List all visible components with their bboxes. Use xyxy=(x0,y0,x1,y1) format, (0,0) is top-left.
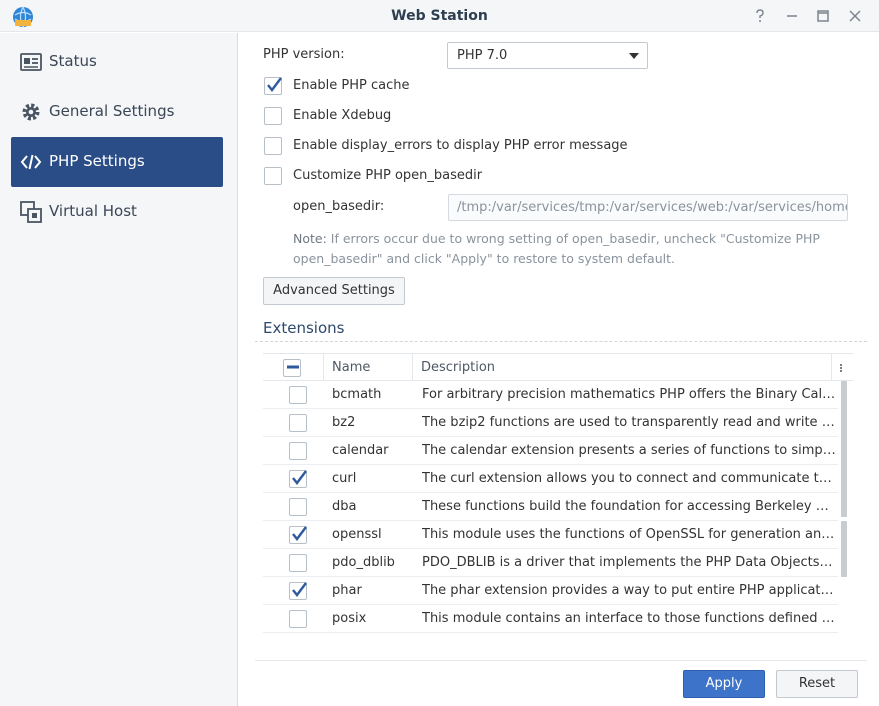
extension-checkbox[interactable] xyxy=(289,470,307,488)
extension-description: PDO_DBLIB is a driver that implements th… xyxy=(422,555,836,570)
php-version-value: PHP 7.0 xyxy=(457,48,508,63)
sidebar-item-label: General Settings xyxy=(49,102,175,120)
customize-open-basedir-checkbox[interactable] xyxy=(264,167,282,185)
enable-display-errors-checkbox[interactable] xyxy=(264,137,282,155)
extensions-title: Extensions xyxy=(263,319,345,337)
extension-name: bz2 xyxy=(332,415,356,430)
column-divider xyxy=(412,354,413,381)
open-basedir-note: Note: If errors occur due to wrong setti… xyxy=(293,229,853,269)
extension-description: The bzip2 functions are used to transpar… xyxy=(422,415,836,430)
enable-php-cache-checkbox[interactable] xyxy=(264,77,282,95)
code-icon xyxy=(20,151,42,173)
open-basedir-input[interactable]: /tmp:/var/services/tmp:/var/services/web… xyxy=(448,194,848,221)
extension-description: The phar extension provides a way to put… xyxy=(422,583,836,598)
column-header-name[interactable]: Name xyxy=(332,360,370,375)
extension-description: For arbitrary precision mathematics PHP … xyxy=(422,387,836,402)
sidebar-item-label: Virtual Host xyxy=(49,202,137,220)
table-header: Name Description xyxy=(263,353,853,381)
title-bar: Web Station xyxy=(0,0,879,32)
table-row[interactable]: bcmath For arbitrary precision mathematic… xyxy=(263,381,838,409)
table-row[interactable]: posix This module contains an interface t… xyxy=(263,605,838,633)
extension-name: dba xyxy=(332,499,357,514)
extension-name: phar xyxy=(332,583,362,598)
minimize-icon[interactable] xyxy=(783,7,801,25)
table-row[interactable]: calendar The calendar extension presents … xyxy=(263,437,838,465)
extension-description: The calendar extension presents a series… xyxy=(422,443,836,458)
enable-xdebug-checkbox[interactable] xyxy=(264,107,282,125)
sidebar: Status General Settings PHP Settings Vir… xyxy=(0,33,238,706)
reset-button[interactable]: Reset xyxy=(776,670,858,698)
extension-checkbox[interactable] xyxy=(289,414,307,432)
extension-description: The curl extension allows you to connect… xyxy=(422,471,836,486)
extension-description: This module uses the functions of OpenSS… xyxy=(422,527,836,542)
extension-description: This module contains an interface to tho… xyxy=(422,611,836,626)
extension-checkbox[interactable] xyxy=(289,386,307,404)
note-head: Note: xyxy=(293,231,327,246)
sidebar-item-virtual-host[interactable]: Virtual Host xyxy=(11,187,223,237)
maximize-icon[interactable] xyxy=(814,7,832,25)
sidebar-item-php-settings[interactable]: PHP Settings xyxy=(11,137,223,187)
check-icon xyxy=(292,470,307,485)
table-row[interactable]: dba These functions build the foundation … xyxy=(263,493,838,521)
table-row[interactable]: pdo_dblib PDO_DBLIB is a driver that impl… xyxy=(263,549,838,577)
extension-checkbox[interactable] xyxy=(289,610,307,628)
sidebar-item-general-settings[interactable]: General Settings xyxy=(11,87,223,137)
section-divider xyxy=(255,341,867,342)
extension-checkbox[interactable] xyxy=(289,442,307,460)
php-version-label: PHP version: xyxy=(263,47,345,62)
table-row[interactable]: curl The curl extension allows you to con… xyxy=(263,465,838,493)
select-all-checkbox[interactable] xyxy=(283,359,301,377)
column-header-description[interactable]: Description xyxy=(421,360,495,375)
check-icon xyxy=(292,526,307,541)
gear-icon xyxy=(20,101,42,123)
column-menu-icon[interactable] xyxy=(837,358,845,378)
extension-checkbox[interactable] xyxy=(289,526,307,544)
option-label: Enable PHP cache xyxy=(293,78,410,93)
option-label: Enable Xdebug xyxy=(293,108,392,123)
table-row[interactable]: phar The phar extension provides a way to… xyxy=(263,577,838,605)
column-divider xyxy=(831,354,832,381)
sidebar-item-label: PHP Settings xyxy=(49,152,145,170)
check-icon xyxy=(292,582,307,597)
scrollbar-thumb[interactable] xyxy=(841,381,847,517)
extension-description: These functions build the foundation for… xyxy=(422,499,836,514)
open-basedir-label: open_basedir: xyxy=(293,199,385,214)
sidebar-item-label: Status xyxy=(49,52,97,70)
close-icon[interactable] xyxy=(846,7,864,25)
extension-checkbox[interactable] xyxy=(289,498,307,516)
column-divider xyxy=(323,354,324,381)
option-label: Enable display_errors to display PHP err… xyxy=(293,138,628,153)
extension-name: posix xyxy=(332,611,367,626)
footer-divider xyxy=(255,660,867,661)
status-card-icon xyxy=(20,51,42,73)
extension-checkbox[interactable] xyxy=(289,554,307,572)
virtual-host-icon xyxy=(20,201,42,223)
php-version-select[interactable]: PHP 7.0 xyxy=(447,42,648,69)
extension-name: calendar xyxy=(332,443,389,458)
window-title: Web Station xyxy=(391,8,488,24)
option-label: Customize PHP open_basedir xyxy=(293,168,483,183)
note-body: If errors occur due to wrong setting of … xyxy=(293,231,820,266)
table-scrollbar[interactable] xyxy=(841,381,847,633)
table-row[interactable]: bz2 The bzip2 functions are used to trans… xyxy=(263,409,838,437)
extension-name: openssl xyxy=(332,527,382,542)
advanced-settings-button[interactable]: Advanced Settings xyxy=(263,277,405,305)
help-icon[interactable] xyxy=(751,7,769,25)
extension-checkbox[interactable] xyxy=(289,582,307,600)
extension-name: pdo_dblib xyxy=(332,555,395,570)
php-settings-panel: PHP version: PHP 7.0 Enable PHP cache En… xyxy=(239,33,879,706)
chevron-down-icon xyxy=(629,53,639,59)
extensions-table: Name Description bcmath For arbitrary pre… xyxy=(263,353,853,633)
scrollbar-thumb[interactable] xyxy=(841,521,847,577)
table-row[interactable]: openssl This module uses the functions of… xyxy=(263,521,838,549)
sidebar-item-status[interactable]: Status xyxy=(11,37,223,87)
apply-button[interactable]: Apply xyxy=(683,670,765,698)
extension-name: bcmath xyxy=(332,387,382,402)
extension-name: curl xyxy=(332,471,357,486)
